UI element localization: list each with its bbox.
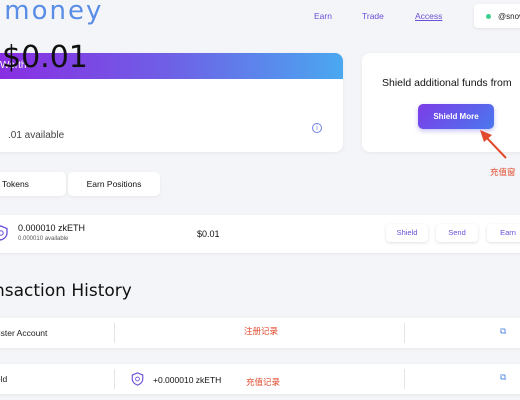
divider [114,323,115,343]
tab-earn-positions[interactable]: Earn Positions [68,172,160,196]
token-amount: 0.000010 zkETH [18,223,86,233]
send-button[interactable]: Send [436,224,478,242]
history-row-label: gister Account [0,328,48,338]
divider [404,323,405,343]
history-row-label: ield [0,374,8,384]
annotation-recharge-window: 充值窗 [490,167,516,177]
annotation-register-record: 注册记录 [244,326,279,336]
token-available: 0.000010 available [18,236,69,242]
tab-tokens[interactable]: Tokens [0,172,66,196]
shield-token-icon [131,372,144,386]
external-link-icon[interactable]: ⧉ [500,327,506,337]
history-amount: +0.000010 zkETH [153,375,222,385]
shield-button[interactable]: Shield [386,224,428,242]
earn-button[interactable]: Earn [487,224,520,242]
external-link-icon[interactable]: ⧉ [500,373,506,383]
divider [404,369,405,389]
shield-token-icon [0,225,8,241]
transaction-history-title: nsaction History [0,281,132,301]
divider [114,369,115,389]
token-usd-value: $0.01 [197,229,220,239]
annotation-recharge-record: 充值记录 [246,377,281,387]
